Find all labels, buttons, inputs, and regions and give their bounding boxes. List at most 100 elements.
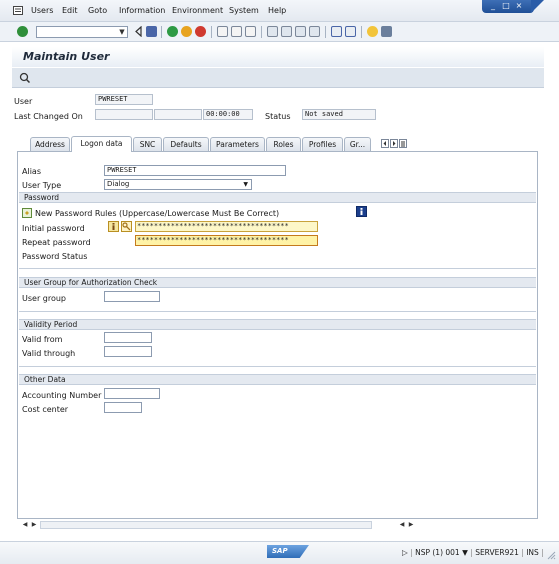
menu-help[interactable]: Help	[268, 6, 286, 15]
menu-environment[interactable]: Environment	[172, 6, 223, 15]
system-info: ▷ | NSP (1) 001 ▼ | SERVER921 | INS |	[402, 548, 544, 557]
help-icon[interactable]	[367, 26, 378, 37]
back-icon[interactable]	[167, 26, 178, 37]
tab-scroll-left-icon[interactable]	[381, 139, 389, 150]
menu-system[interactable]: System	[229, 6, 259, 15]
logon-data-panel	[17, 151, 538, 519]
password-rules-text: New Password Rules (Uppercase/Lowercase …	[35, 209, 280, 218]
initial-password-field[interactable]: ************************************	[135, 221, 318, 232]
scroll-page-right-icon[interactable]: ▶	[406, 520, 416, 530]
generate-password-icon[interactable]	[121, 221, 132, 234]
last-changed-time-field: 00:00:00	[203, 109, 253, 120]
valid-from-field[interactable]	[104, 332, 152, 343]
scroll-right-icon[interactable]: ▶	[29, 520, 39, 530]
tab-parameters[interactable]: Parameters	[210, 137, 265, 151]
tab-list-icon[interactable]	[399, 139, 407, 150]
user-field: PWRESET	[95, 94, 153, 105]
toolbar-separator	[211, 26, 212, 38]
next-page-icon[interactable]	[295, 26, 306, 37]
cancel-icon[interactable]	[195, 26, 206, 37]
menu-information[interactable]: Information	[119, 6, 165, 15]
status-field: Not saved	[302, 109, 376, 120]
initial-password-label: Initial password	[22, 224, 85, 233]
chevron-down-icon[interactable]: ▼	[243, 180, 248, 189]
resize-grip-icon[interactable]	[546, 550, 556, 562]
cost-center-label: Cost center	[22, 405, 69, 414]
valid-through-field[interactable]	[104, 346, 152, 357]
last-page-icon[interactable]	[309, 26, 320, 37]
enter-check-icon[interactable]	[17, 26, 28, 37]
change-display-icon[interactable]	[19, 72, 31, 85]
user-label: User	[14, 97, 33, 106]
user-type-label: User Type	[22, 181, 62, 190]
menu-users[interactable]: Users	[31, 6, 53, 15]
password-info-icon[interactable]	[108, 221, 119, 234]
first-page-icon[interactable]	[267, 26, 278, 37]
password-section-header: Password	[19, 192, 536, 203]
accounting-number-label: Accounting Number	[22, 391, 102, 400]
system-info-text[interactable]: NSP (1) 001	[415, 548, 460, 557]
other-data-section-header: Other Data	[19, 374, 536, 385]
history-back-icon[interactable]	[134, 25, 142, 38]
tab-address[interactable]: Address	[30, 137, 70, 151]
info-icon[interactable]	[356, 206, 367, 219]
window-controls: _ □ ×	[482, 0, 534, 13]
menu-bar: Users Edit Goto Information Environment …	[0, 0, 559, 22]
accounting-number-field[interactable]	[104, 388, 160, 399]
validity-section-header: Validity Period	[19, 319, 536, 330]
tab-profiles[interactable]: Profiles	[302, 137, 343, 151]
maximize-icon[interactable]: □	[501, 2, 511, 10]
user-group-field[interactable]	[104, 291, 160, 302]
system-dropdown-icon[interactable]: ▼	[462, 548, 468, 557]
find-next-icon[interactable]	[245, 26, 256, 37]
minimize-icon[interactable]: _	[488, 2, 498, 10]
find-icon[interactable]	[231, 26, 242, 37]
password-status-label: Password Status	[22, 252, 88, 261]
toolbar-separator	[325, 26, 326, 38]
user-group-label: User group	[22, 294, 67, 303]
cost-center-field[interactable]	[104, 402, 142, 413]
application-toolbar	[12, 68, 544, 88]
previous-page-icon[interactable]	[281, 26, 292, 37]
window-corner	[531, 0, 544, 13]
menu-goto[interactable]: Goto	[88, 6, 107, 15]
horizontal-scrollbar[interactable]	[40, 521, 372, 529]
last-changed-user-field	[154, 109, 202, 120]
new-session-icon[interactable]	[331, 26, 342, 37]
status-expand-icon[interactable]: ▷	[402, 548, 408, 557]
tab-snc[interactable]: SNC	[133, 137, 162, 151]
valid-from-label: Valid from	[22, 335, 63, 344]
save-icon[interactable]	[146, 26, 157, 37]
tab-groups[interactable]: Gr...	[344, 137, 371, 151]
shortcut-icon[interactable]	[345, 26, 356, 37]
user-group-section-header: User Group for Authorization Check	[19, 277, 536, 288]
section-divider	[19, 311, 536, 312]
alias-label: Alias	[22, 167, 41, 176]
tab-roles[interactable]: Roles	[266, 137, 301, 151]
standard-toolbar: ▼	[0, 22, 559, 42]
toolbar-separator	[161, 26, 162, 38]
last-changed-label: Last Changed On	[14, 112, 83, 121]
section-divider	[19, 366, 536, 367]
close-icon[interactable]: ×	[514, 2, 524, 10]
layout-menu-icon[interactable]	[381, 26, 392, 37]
insert-mode: INS	[526, 548, 539, 557]
menu-icon[interactable]	[13, 6, 23, 17]
tab-defaults[interactable]: Defaults	[163, 137, 209, 151]
exit-icon[interactable]	[181, 26, 192, 37]
tab-scroll-right-icon[interactable]	[390, 139, 398, 150]
section-divider	[19, 268, 536, 269]
valid-through-label: Valid through	[22, 349, 76, 358]
password-rules-icon	[22, 208, 32, 220]
repeat-password-label: Repeat password	[22, 238, 91, 247]
tab-logon-data[interactable]: Logon data	[71, 136, 132, 152]
command-dropdown-icon[interactable]: ▼	[118, 27, 126, 37]
server-name: SERVER921	[475, 548, 519, 557]
status-label: Status	[265, 112, 291, 121]
command-field[interactable]	[36, 26, 128, 38]
user-type-select[interactable]: Dialog ▼	[104, 179, 252, 190]
menu-edit[interactable]: Edit	[62, 6, 78, 15]
alias-field[interactable]: PWRESET	[104, 165, 286, 176]
repeat-password-field[interactable]: ************************************	[135, 235, 318, 246]
print-icon[interactable]	[217, 26, 228, 37]
